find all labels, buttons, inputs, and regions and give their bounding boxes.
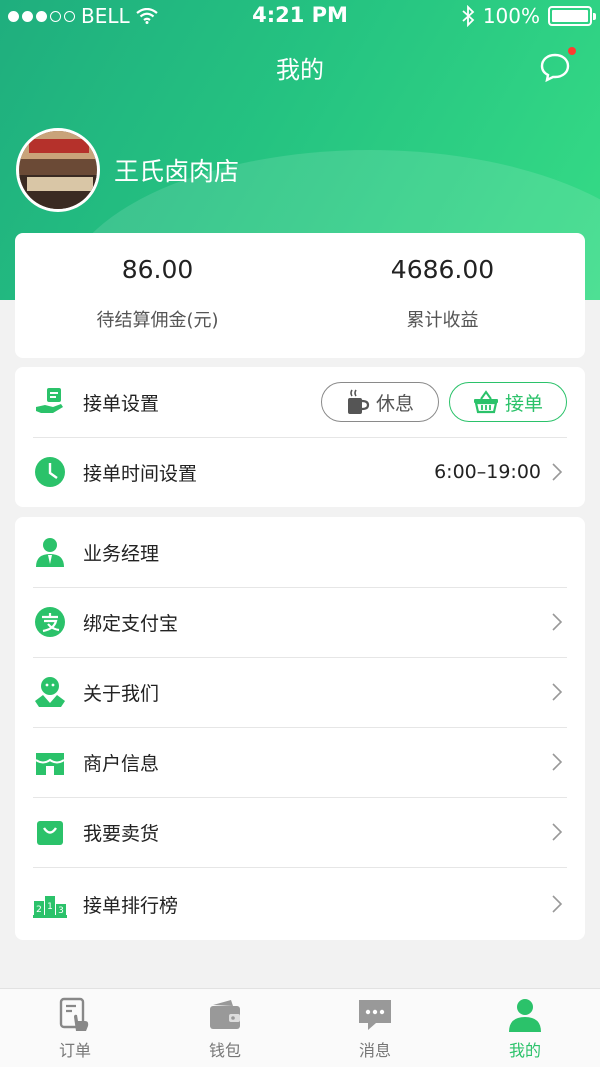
rest-button-label: 休息 [375, 392, 414, 415]
accept-orders-button[interactable]: 接单 [449, 382, 567, 422]
podium-icon: 2 1 3 [33, 896, 67, 918]
about-icon [35, 677, 65, 707]
tab-mine[interactable]: 我的 [450, 989, 600, 1067]
menu-item-merchant-info[interactable]: 商户信息 [33, 727, 567, 797]
menu-item-label: 业务经理 [83, 542, 160, 565]
menu-item-ranking[interactable]: 2 1 3 接单排行榜 [33, 869, 567, 939]
chevron-right-icon [552, 753, 563, 771]
order-time-settings-label: 接单时间设置 [83, 462, 198, 485]
tab-label: 我的 [508, 1041, 541, 1060]
order-settings-row: 接单设置 休息 接单 [33, 367, 567, 437]
order-icon [59, 997, 89, 1031]
menu-item-label: 我要卖货 [83, 822, 160, 845]
basket-icon [473, 390, 498, 414]
svg-text:1: 1 [47, 902, 53, 912]
svg-text:2: 2 [36, 905, 42, 915]
accept-orders-label: 接单 [504, 392, 543, 415]
tab-label: 订单 [58, 1041, 91, 1060]
chevron-right-icon [552, 895, 563, 913]
battery-percent: 100% [482, 4, 540, 28]
pending-commission-label: 待结算佣金(元) [96, 310, 219, 331]
tab-label: 钱包 [208, 1041, 241, 1060]
shop-name: 王氏卤肉店 [114, 157, 240, 186]
tab-bar: 订单 钱包 消息 我的 [0, 988, 600, 1067]
page-title: 我的 [276, 56, 324, 84]
chat-bubble-icon[interactable] [538, 50, 572, 84]
bluetooth-icon [462, 5, 475, 27]
chevron-right-icon [552, 683, 563, 701]
pending-commission-value: 86.00 [121, 255, 194, 284]
battery-icon [548, 6, 596, 26]
menu-item-label: 绑定支付宝 [83, 612, 179, 635]
total-earnings-value: 4686.00 [390, 255, 495, 284]
earnings-card: 86.00 待结算佣金(元) 4686.00 累计收益 [15, 233, 585, 358]
chevron-right-icon [552, 823, 563, 841]
chevron-right-icon [552, 613, 563, 631]
tab-messages[interactable]: 消息 [300, 989, 450, 1067]
user-icon [509, 999, 541, 1032]
hand-receipt-icon [36, 388, 63, 413]
shopping-bag-icon [37, 821, 63, 845]
total-earnings[interactable]: 4686.00 累计收益 [300, 233, 585, 358]
menu-item-about-us[interactable]: 关于我们 [33, 657, 567, 727]
order-time-settings-row[interactable]: 接单时间设置 6:00–19:00 [33, 437, 567, 507]
menu-item-business-manager[interactable]: 业务经理 [33, 517, 567, 587]
avatar[interactable] [16, 128, 100, 212]
order-settings-card: 接单设置 休息 接单 接单时间设置 6:00–19:00 [15, 367, 585, 507]
menu-item-bind-alipay[interactable]: 绑定支付宝 [33, 587, 567, 657]
clock-icon [35, 457, 65, 487]
tab-wallet[interactable]: 钱包 [150, 989, 300, 1067]
menu-item-label: 商户信息 [83, 752, 160, 775]
store-icon [35, 753, 65, 775]
svg-text:3: 3 [58, 906, 64, 916]
menu-item-sell-goods[interactable]: 我要卖货 [33, 797, 567, 867]
tab-label: 消息 [358, 1041, 391, 1060]
menu-card: 业务经理 绑定支付宝 关于我们 商户信息 我要卖货 2 1 3 接单排行榜 [15, 517, 585, 940]
rest-button[interactable]: 休息 [321, 382, 439, 422]
alipay-icon [35, 607, 65, 637]
order-settings-label: 接单设置 [83, 392, 160, 415]
tab-orders[interactable]: 订单 [0, 989, 150, 1067]
pending-commission[interactable]: 86.00 待结算佣金(元) [15, 233, 300, 358]
order-time-value: 6:00–19:00 [434, 461, 541, 483]
wallet-icon [210, 1000, 240, 1029]
menu-item-label: 关于我们 [83, 682, 160, 705]
message-icon [359, 1000, 391, 1030]
menu-item-label: 接单排行榜 [83, 894, 179, 917]
chevron-right-icon [552, 463, 563, 481]
coffee-cup-icon [347, 389, 370, 414]
status-bar: BELL 4:21 PM 100% [0, 0, 600, 32]
unread-dot [568, 47, 576, 55]
total-earnings-label: 累计收益 [406, 310, 479, 331]
manager-icon [36, 538, 64, 567]
profile-header[interactable]: 王氏卤肉店 [16, 128, 239, 212]
